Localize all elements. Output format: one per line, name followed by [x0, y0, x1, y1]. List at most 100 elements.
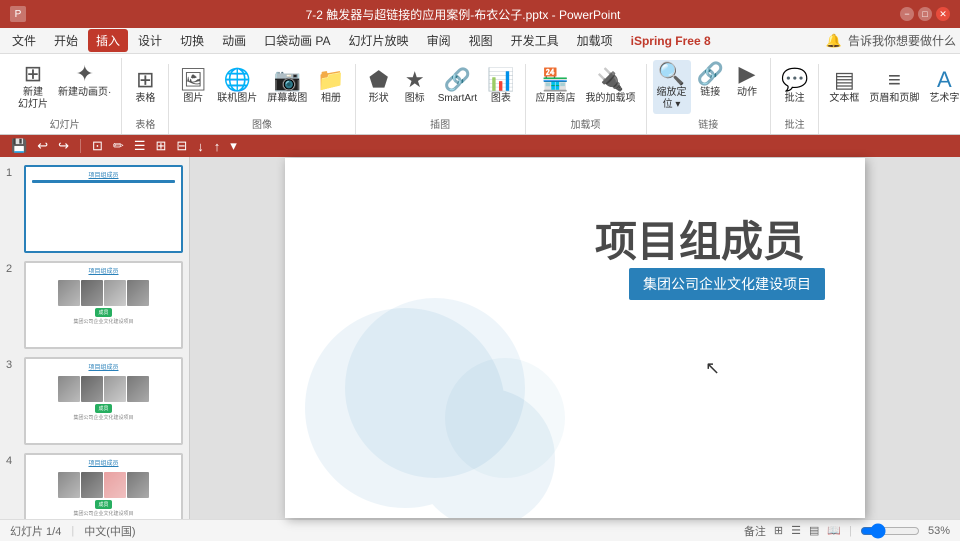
new-anim-page-button[interactable]: ✦ 新建动画页· — [54, 60, 115, 102]
my-addins-button[interactable]: 🔌 我的加载项 — [582, 66, 640, 108]
icon-icon: ★ — [405, 69, 425, 91]
wordart-button[interactable]: A 艺术字 — [925, 66, 960, 108]
group-btn[interactable]: ⊞ — [152, 137, 169, 155]
ribbon-group-slides: ⊞ 新建幻灯片 ✦ 新建动画页· 幻灯片 — [8, 58, 122, 134]
slide4-photo1 — [58, 472, 80, 498]
slide-thumb-2: 2 项目组成员 成员 集团公司企业文化建设项目 — [6, 261, 183, 349]
icon-button[interactable]: ★ 图标 — [398, 66, 432, 108]
link-icon: 🔗 — [697, 63, 724, 85]
slide3-mini-title: 项目组成员 — [26, 359, 181, 372]
app-store-button[interactable]: 🏪 应用商店 — [532, 66, 580, 108]
link-button[interactable]: 🔗 链接 — [693, 60, 728, 102]
slide-canvas[interactable]: 项目组成员 集团公司企业文化建设项目 ↖ — [285, 158, 865, 518]
wordart-icon: A — [937, 69, 952, 91]
canvas-area: 项目组成员 集团公司企业文化建设项目 ↖ — [190, 157, 960, 519]
menu-review[interactable]: 审阅 — [419, 29, 459, 52]
textbox-icon: ▤ — [834, 69, 855, 91]
menu-file[interactable]: 文件 — [4, 29, 44, 52]
online-picture-button[interactable]: 🌐 联机图片 — [213, 66, 261, 108]
online-pic-icon: 🌐 — [224, 69, 251, 91]
menu-addins[interactable]: 加载项 — [569, 29, 621, 52]
more-qa-btn[interactable]: ▾ — [227, 137, 240, 155]
menu-bar: 文件 开始 插入 设计 切换 动画 口袋动画 PA 幻灯片放映 审阅 视图 开发… — [0, 28, 960, 54]
slide-thumb-4: 4 项目组成员 成员 集团公司企业文化建设项目 — [6, 453, 183, 519]
minimize-button[interactable]: − — [900, 7, 914, 21]
menu-view[interactable]: 视图 — [461, 29, 501, 52]
distribute-btn[interactable]: ⊟ — [173, 137, 190, 155]
view-slide-btn[interactable]: ▤ — [809, 524, 819, 537]
menu-transition[interactable]: 切换 — [172, 29, 212, 52]
language-status: 中文(中国) — [84, 523, 135, 539]
send-back-btn[interactable]: ↓ — [194, 138, 207, 155]
slide-number-3: 3 — [6, 357, 18, 371]
notification-icon: 🔔 — [826, 33, 842, 49]
menu-animation[interactable]: 动画 — [214, 29, 254, 52]
picture-button[interactable]: 🖼 图片 — [175, 66, 211, 108]
slide-number-2: 2 — [6, 261, 18, 275]
shape-button[interactable]: ⬟ 形状 — [362, 66, 396, 108]
menu-ispring[interactable]: iSpring Free 8 — [623, 31, 719, 51]
screenshot-icon: 📷 — [274, 69, 301, 91]
action-icon: ▶ — [738, 63, 755, 85]
ribbon-group-text: ▤ 文本框 ≡ 页眉和页脚 A 艺术字 📅 日期和时间 # 幻灯片编号 — [819, 64, 960, 134]
slide1-mini-title: 项目组成员 — [26, 167, 181, 180]
zoom-position-button[interactable]: 🔍 缩放定位 ▾ — [653, 60, 691, 114]
draw-btn[interactable]: ✏ — [110, 137, 127, 155]
picture-icon: 🖼 — [179, 69, 207, 91]
ribbon-group-comment: 💬 批注 批注 — [771, 64, 819, 134]
menu-pocket-anim[interactable]: 口袋动画 PA — [256, 29, 338, 52]
status-bar: 幻灯片 1/4 | 中文(中国) 备注 ⊞ ☰ ▤ 📖 | 53% — [0, 519, 960, 541]
slide2-photo2 — [81, 280, 103, 306]
select-btn[interactable]: ⊡ — [89, 137, 106, 155]
help-text[interactable]: 告诉我你想要做什么 — [848, 32, 956, 49]
menu-dev[interactable]: 开发工具 — [503, 29, 567, 52]
redo-btn[interactable]: ↪ — [55, 137, 72, 155]
slide4-photo3 — [104, 472, 126, 498]
notes-btn[interactable]: 备注 — [744, 523, 766, 539]
slide2-photo4 — [127, 280, 149, 306]
header-footer-button[interactable]: ≡ 页眉和页脚 — [865, 66, 923, 108]
smartart-button[interactable]: 🔗 SmartArt — [434, 66, 481, 108]
shape-icon: ⬟ — [369, 69, 388, 91]
menu-home[interactable]: 开始 — [46, 29, 86, 52]
slide4-photo2 — [81, 472, 103, 498]
menu-slideshow[interactable]: 幻灯片放映 — [341, 29, 417, 52]
header-icon: ≡ — [888, 69, 901, 91]
new-slide-button[interactable]: ⊞ 新建幻灯片 — [14, 60, 52, 114]
slide4-mini-title: 项目组成员 — [26, 455, 181, 468]
slide2-mini-title: 项目组成员 — [26, 263, 181, 276]
menu-design[interactable]: 设计 — [130, 29, 170, 52]
slide-panel: 1 项目组成员 2 项目组成员 成员 集团公司企业文化建设 — [0, 157, 190, 519]
slide-preview-2[interactable]: 项目组成员 成员 集团公司企业文化建设项目 — [24, 261, 183, 349]
slide3-badge: 成员 — [95, 404, 111, 413]
table-button[interactable]: ⊞ 表格 — [128, 66, 162, 108]
album-button[interactable]: 📁 相册 — [313, 66, 348, 108]
slide3-photo3 — [104, 376, 126, 402]
slide-preview-1[interactable]: 项目组成员 — [24, 165, 183, 253]
app-store-icon: 🏪 — [542, 69, 569, 91]
comment-button[interactable]: 💬 批注 — [777, 66, 812, 108]
ribbon-group-image: 🖼 图片 🌐 联机图片 📷 屏幕截图 📁 相册 图像 — [169, 64, 355, 134]
action-button[interactable]: ▶ 动作 — [730, 60, 764, 102]
canvas-subtitle[interactable]: 集团公司企业文化建设项目 — [629, 268, 825, 300]
view-normal-btn[interactable]: ⊞ — [774, 524, 783, 537]
view-reading-btn[interactable]: 📖 — [827, 524, 841, 537]
table-icon: ⊞ — [136, 69, 154, 91]
screenshot-button[interactable]: 📷 屏幕截图 — [263, 66, 311, 108]
close-button[interactable]: ✕ — [936, 7, 950, 21]
ribbon-group-illustration: ⬟ 形状 ★ 图标 🔗 SmartArt 📊 图表 插图 — [356, 64, 526, 134]
chart-button[interactable]: 📊 图表 — [483, 66, 518, 108]
save-quick-btn[interactable]: 💾 — [8, 137, 30, 155]
undo-btn[interactable]: ↩ — [34, 137, 51, 155]
align-btn[interactable]: ☰ — [131, 137, 149, 155]
slide-preview-4[interactable]: 项目组成员 成员 集团公司企业文化建设项目 — [24, 453, 183, 519]
bring-front-btn[interactable]: ↑ — [211, 138, 224, 155]
view-outline-btn[interactable]: ☰ — [791, 524, 801, 537]
slide-number-4: 4 — [6, 453, 18, 467]
maximize-button[interactable]: □ — [918, 7, 932, 21]
slide-preview-3[interactable]: 项目组成员 成员 集团公司企业文化建设项目 — [24, 357, 183, 445]
window-title: 7-2 触发器与超链接的应用案例-布衣公子.pptx - PowerPoint — [26, 6, 900, 23]
textbox-button[interactable]: ▤ 文本框 — [825, 66, 863, 108]
zoom-slider[interactable] — [860, 523, 920, 539]
menu-insert[interactable]: 插入 — [88, 29, 128, 52]
